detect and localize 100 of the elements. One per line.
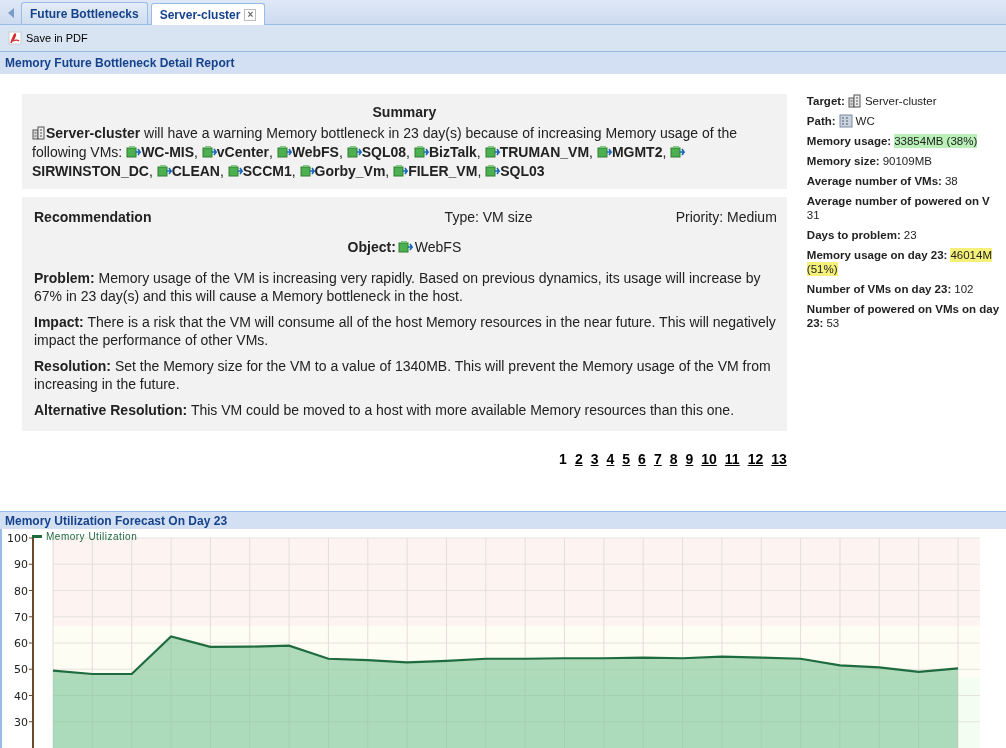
vm-icon [670, 145, 686, 159]
separator: , [194, 144, 198, 160]
y-tick-label: 30 [14, 715, 28, 729]
page-link[interactable]: 3 [590, 451, 599, 467]
scroll-left-icon[interactable] [8, 8, 14, 18]
detail-label: 23: [806, 316, 824, 330]
vm-icon [397, 240, 413, 254]
priority-label: Priority: Medium [675, 209, 777, 225]
summary-text: will have a warning Memory bottleneck in 23 day(s) because of increasing Memory usage of the [144, 125, 738, 141]
detail-value: WC [855, 114, 875, 128]
detail-label: Average number of VMs: [806, 174, 942, 188]
type-label: Type: VM size [444, 209, 533, 225]
detail-value: 53 [826, 316, 840, 330]
vm-name: CLEAN [171, 163, 220, 179]
separator: , [385, 163, 390, 179]
vm-name: SQL03 [500, 163, 545, 179]
vm-icon [126, 145, 142, 159]
y-tick-label: 50 [14, 663, 28, 677]
page-link[interactable]: 10 [701, 451, 717, 467]
detail-value: 90109MB [882, 154, 932, 168]
vm-name: SIRWINSTON_DC [32, 163, 149, 179]
detail-label: Average number of powered on V [806, 194, 990, 208]
recommendation-text: Alternative Resolution: This VM could be moved to a host with more available Memory resources than this one. [34, 401, 736, 419]
summary-text: following VMs: [32, 144, 123, 160]
chart-title: Memory Utilization Forecast On Day 23 [0, 511, 1006, 529]
page-link[interactable]: 4 [606, 451, 615, 467]
cluster-icon [32, 126, 46, 140]
detail-value: 31 [806, 208, 820, 222]
detail-label: Memory size: [806, 154, 880, 168]
detail-label: Memory usage: [806, 134, 892, 148]
detail-value: 46014M [950, 248, 992, 262]
detail-label: Path: [806, 114, 836, 128]
summary-heading: Summary [371, 104, 438, 120]
close-button[interactable]: × [244, 8, 257, 21]
vm-name: SCCM1 [242, 163, 292, 179]
vm-icon [227, 164, 243, 178]
separator: , [406, 144, 410, 160]
building-icon [838, 114, 853, 128]
detail-value: 33854MB (38%) [894, 134, 978, 148]
y-tick-label: 90 [14, 558, 28, 572]
separator: , [219, 163, 224, 179]
cluster-icon [847, 94, 862, 108]
separator: , [589, 144, 593, 160]
tab[interactable]: Server-cluster × [150, 3, 266, 25]
y-tick-label: 80 [14, 584, 28, 598]
separator: , [338, 144, 343, 160]
vm-icon [485, 164, 501, 178]
legend-line-icon [32, 535, 42, 538]
vm-icon [276, 145, 292, 159]
vm-icon [484, 145, 500, 159]
object-name: WebFS [414, 239, 462, 255]
tab[interactable]: Future Bottlenecks [21, 2, 148, 24]
detail-label: Number of VMs on day 23: [806, 282, 952, 296]
report-title: Memory Future Bottleneck Detail Report [0, 52, 1006, 74]
y-tick-label: 40 [14, 689, 28, 703]
vm-name: WebFS [291, 144, 339, 160]
y-tick-label: 70 [14, 610, 28, 624]
vm-icon [346, 145, 362, 159]
page-link[interactable]: 6 [638, 451, 646, 467]
recommendation-text: Resolution: Set the Memory size for the VM to a value of 1340MB. This will prevent the Memory usage of the VM from increasing in the future. [34, 357, 772, 393]
recommendation-heading: Recommendation [34, 209, 152, 225]
cluster-name: Server-cluster [46, 125, 141, 141]
page-link[interactable]: 5 [622, 451, 631, 467]
vm-icon [393, 164, 409, 178]
vm-name: vCenter [216, 144, 269, 160]
detail-label: Target: [806, 94, 845, 108]
separator: , [148, 163, 153, 179]
vm-name: BizTalk [428, 144, 477, 160]
page-link[interactable]: 7 [653, 451, 662, 467]
detail-value: (51%) [806, 262, 838, 276]
y-tick-label: 60 [14, 637, 28, 650]
page-link[interactable]: 9 [685, 451, 694, 467]
detail-value: 102 [954, 282, 974, 296]
detail-label: Number of powered on VMs on day [806, 302, 1000, 316]
recommendation-text: Impact: There is a risk that the VM will consume all of the host Memory resources in the near future. This will negatively impact the performance of other VMs. [34, 313, 777, 349]
recommendation-text: Problem: Memory usage of the VM is increasing very rapidly. Based on previous dynamics, its usage will increase by 67% in 23 day(s) and this will cause a Memory bottleneck in the host. [34, 269, 762, 305]
vm-icon [201, 145, 217, 159]
object-label: Object: [347, 239, 396, 255]
save-pdf-button[interactable]: Save in PDF [6, 29, 90, 47]
separator: , [662, 144, 667, 160]
page-link[interactable]: 13 [771, 451, 787, 467]
page-link[interactable]: 12 [747, 451, 764, 467]
vm-icon [596, 145, 612, 159]
separator: , [268, 144, 273, 160]
vm-icon [156, 164, 172, 178]
vm-icon [299, 164, 315, 178]
page-link[interactable]: 11 [724, 451, 740, 467]
separator: , [291, 163, 296, 179]
y-tick-label: 100 [7, 532, 28, 545]
pdf-icon [8, 31, 22, 45]
detail-value: 38 [944, 174, 958, 188]
vm-icon [413, 145, 429, 159]
page-link[interactable]: 2 [574, 451, 583, 467]
separator: , [477, 163, 482, 179]
page-link[interactable]: 1 [559, 451, 567, 467]
detail-value: Server-cluster [864, 94, 937, 108]
page-link[interactable]: 8 [669, 451, 678, 467]
detail-label: Days to problem: [806, 228, 901, 242]
detail-label: Memory usage on day 23: [806, 248, 948, 262]
detail-value: 23 [903, 228, 917, 242]
